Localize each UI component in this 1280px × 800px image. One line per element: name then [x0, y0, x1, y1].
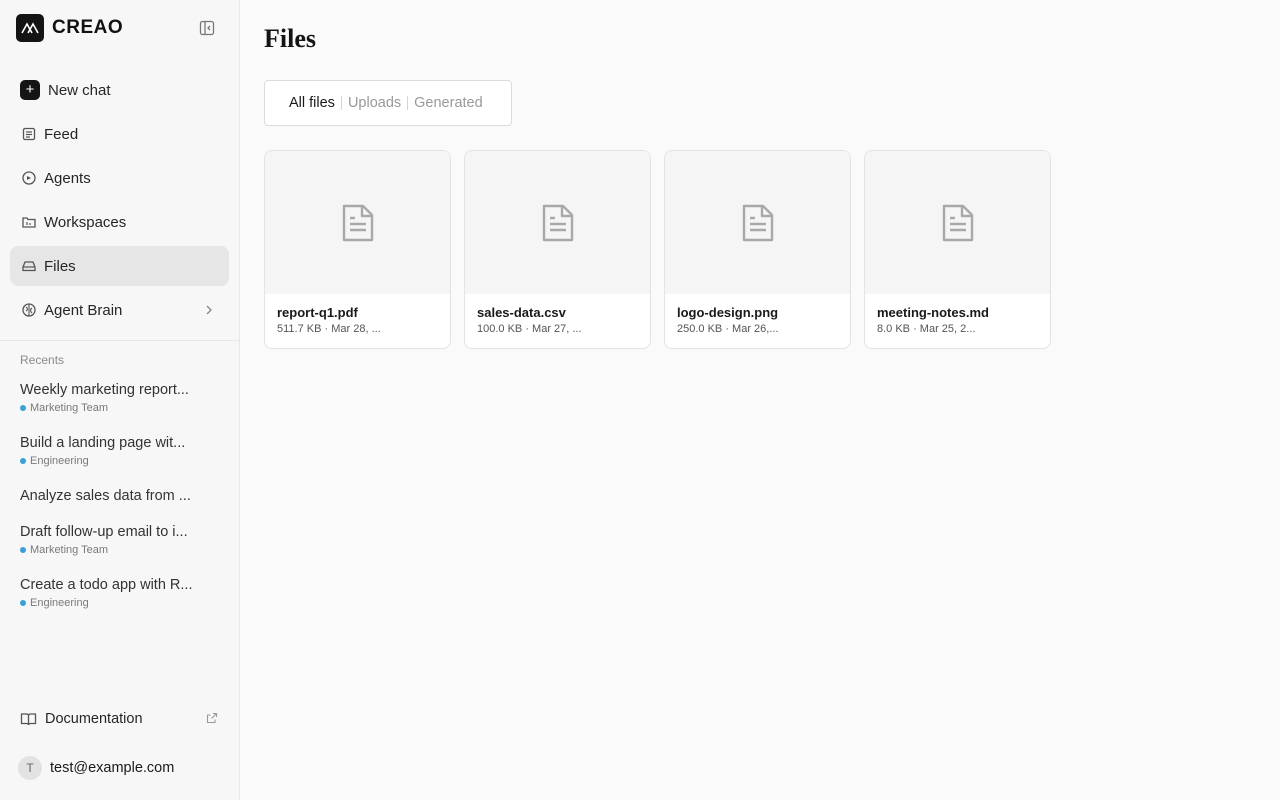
- recent-chat-item[interactable]: Analyze sales data from ...: [20, 488, 220, 504]
- tab-separator: [407, 96, 409, 110]
- workspace-tag-label: Marketing Team: [30, 402, 109, 414]
- documentation-label: Documentation: [45, 711, 143, 727]
- workspace-tag: Engineering: [20, 597, 220, 609]
- file-name: sales-data.csv: [477, 305, 566, 320]
- recent-chat-item[interactable]: Create a todo app with R... Engineering: [20, 577, 220, 609]
- file-thumbnail: [865, 151, 1050, 294]
- workspace-tag-label: Marketing Team: [30, 544, 109, 556]
- recents-heading: Recents: [20, 353, 65, 367]
- tab-generated[interactable]: Generated: [414, 95, 483, 111]
- tab-all-files[interactable]: All files: [289, 95, 335, 111]
- page-title: Files: [264, 24, 316, 53]
- chevron-right-icon: [206, 305, 212, 315]
- sidebar-nav: + New chat Feed Agents Workspaces Files …: [10, 70, 229, 334]
- nav-label: Agents: [44, 169, 91, 187]
- file-thumbnail: [665, 151, 850, 294]
- user-email: test@example.com: [50, 760, 175, 776]
- workspace-icon: [20, 213, 38, 231]
- tag-dot: [20, 600, 26, 606]
- sidebar-collapse-icon: [199, 20, 215, 36]
- tag-dot: [20, 458, 26, 464]
- sidebar-item-agents[interactable]: Agents: [10, 158, 229, 198]
- new-chat-button[interactable]: + New chat: [10, 70, 229, 110]
- drive-icon: [20, 257, 38, 275]
- tab-uploads[interactable]: Uploads: [348, 95, 401, 111]
- recent-chat-item[interactable]: Weekly marketing report... Marketing Tea…: [20, 382, 220, 414]
- file-card[interactable]: logo-design.png 250.0 KB · Mar 26,...: [664, 150, 851, 349]
- newspaper-icon: [20, 125, 38, 143]
- documentation-link[interactable]: Documentation: [20, 708, 220, 730]
- file-thumbnail: [465, 151, 650, 294]
- external-link-icon: [206, 712, 218, 724]
- agent-icon: [20, 169, 38, 187]
- document-icon: [542, 204, 573, 241]
- file-name: meeting-notes.md: [877, 305, 989, 320]
- book-icon: [20, 711, 37, 727]
- file-name: logo-design.png: [677, 305, 779, 320]
- workspace-tag: Marketing Team: [20, 402, 220, 414]
- recent-chat-item[interactable]: Build a landing page wit... Engineering: [20, 435, 220, 467]
- workspace-tag-label: Engineering: [30, 597, 89, 609]
- file-meta: 100.0 KB · Mar 27, ...: [477, 323, 582, 335]
- brain-icon: [20, 301, 38, 319]
- document-icon: [742, 204, 773, 241]
- brand-name: CREAO: [52, 17, 124, 38]
- recent-chat-title: Create a todo app with R...: [20, 577, 193, 593]
- recent-chat-title: Build a landing page wit...: [20, 435, 186, 451]
- nav-label: Agent Brain: [44, 301, 123, 319]
- nav-label: Files: [44, 257, 76, 275]
- tag-dot: [20, 547, 26, 553]
- workspace-tag: Engineering: [20, 455, 220, 467]
- sidebar-item-workspaces[interactable]: Workspaces: [10, 202, 229, 242]
- file-card[interactable]: report-q1.pdf 511.7 KB · Mar 28, ...: [264, 150, 451, 349]
- sidebar-item-agent-brain[interactable]: Agent Brain: [10, 290, 229, 330]
- file-thumbnail: [265, 151, 450, 294]
- recent-chat-title: Draft follow-up email to i...: [20, 524, 188, 540]
- document-icon: [942, 204, 973, 241]
- sidebar-collapse-button[interactable]: [197, 18, 217, 38]
- recent-chat-title: Analyze sales data from ...: [20, 488, 191, 504]
- file-card[interactable]: meeting-notes.md 8.0 KB · Mar 25, 2...: [864, 150, 1051, 349]
- plus-icon: +: [20, 80, 40, 100]
- avatar: T: [18, 756, 42, 780]
- nav-label: Feed: [44, 125, 79, 143]
- document-icon: [342, 204, 373, 241]
- recent-chat-item[interactable]: Draft follow-up email to i... Marketing …: [20, 524, 220, 556]
- workspace-tag-label: Engineering: [30, 455, 89, 467]
- nav-label: Workspaces: [44, 213, 127, 231]
- divider: [0, 340, 240, 341]
- creao-logo-icon: [16, 14, 44, 42]
- workspace-tag: Marketing Team: [20, 544, 220, 556]
- nav-label: New chat: [48, 81, 111, 99]
- sidebar-item-feed[interactable]: Feed: [10, 114, 229, 154]
- file-meta: 250.0 KB · Mar 26,...: [677, 323, 779, 335]
- user-account[interactable]: T test@example.com: [18, 756, 174, 780]
- file-card[interactable]: sales-data.csv 100.0 KB · Mar 27, ...: [464, 150, 651, 349]
- file-name: report-q1.pdf: [277, 305, 358, 320]
- file-grid: report-q1.pdf 511.7 KB · Mar 28, ... sal…: [264, 150, 1051, 349]
- brand-logo[interactable]: CREAO: [16, 14, 123, 42]
- recent-chat-title: Weekly marketing report...: [20, 382, 189, 398]
- file-meta: 8.0 KB · Mar 25, 2...: [877, 323, 976, 335]
- sidebar: CREAO + New chat Feed Agents Workspaces: [0, 0, 240, 800]
- file-meta: 511.7 KB · Mar 28, ...: [277, 323, 381, 335]
- tag-dot: [20, 405, 26, 411]
- file-filter-tabs: All files Uploads Generated: [264, 80, 512, 126]
- sidebar-item-files[interactable]: Files: [10, 246, 229, 286]
- tab-separator: [340, 96, 342, 110]
